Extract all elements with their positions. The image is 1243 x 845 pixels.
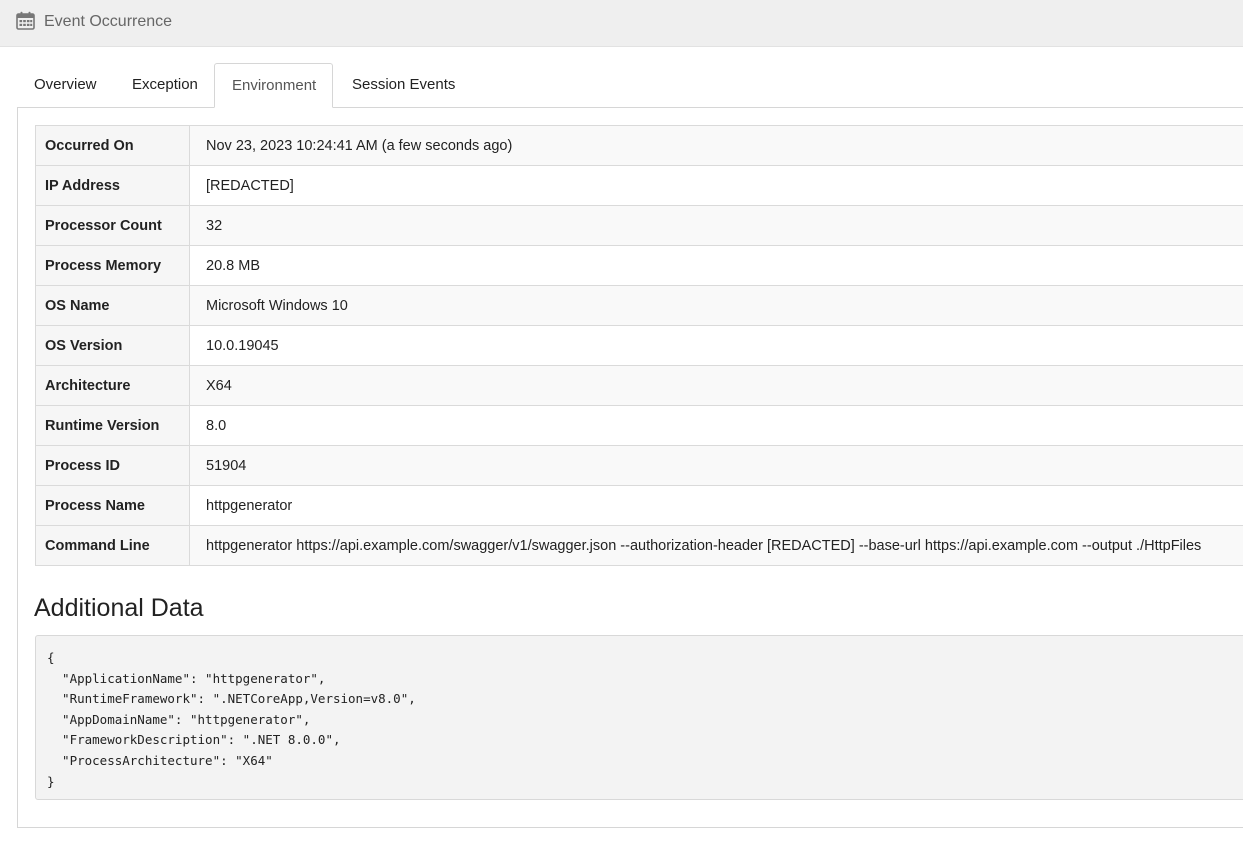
row-value: X64 xyxy=(189,365,1243,406)
tab-exception[interactable]: Exception xyxy=(115,63,215,107)
row-value: 8.0 xyxy=(189,405,1243,446)
additional-data-code-block: { "ApplicationName": "httpgenerator", "R… xyxy=(35,635,1243,800)
row-label: Process Memory xyxy=(35,245,190,286)
row-label: OS Version xyxy=(35,325,190,366)
page-header: Event Occurrence xyxy=(0,0,1243,47)
row-value: 20.8 MB xyxy=(189,245,1243,286)
table-row: Process Memory 20.8 MB xyxy=(35,245,1243,286)
environment-table: Occurred On Nov 23, 2023 10:24:41 AM (a f… xyxy=(35,125,1243,566)
row-label: Processor Count xyxy=(35,205,190,246)
page-title: Event Occurrence xyxy=(44,13,173,30)
row-label: Process ID xyxy=(35,445,190,486)
row-label: Architecture xyxy=(35,365,190,406)
tab-overview[interactable]: Overview xyxy=(17,63,114,107)
table-row: Process ID 51904 xyxy=(35,445,1243,486)
tab-environment[interactable]: Environment xyxy=(214,63,333,108)
row-value: httpgenerator https://api.example.com/sw… xyxy=(189,525,1243,566)
row-label: Process Name xyxy=(35,485,190,526)
table-row: Runtime Version 8.0 xyxy=(35,405,1243,446)
table-row: OS Name Microsoft Windows 10 xyxy=(35,285,1243,326)
row-label: IP Address xyxy=(35,165,190,206)
additional-data-json: { "ApplicationName": "httpgenerator", "R… xyxy=(47,650,416,789)
row-label: Occurred On xyxy=(35,125,190,166)
table-row: OS Version 10.0.19045 xyxy=(35,325,1243,366)
row-value: [REDACTED] xyxy=(189,165,1243,206)
tab-session-events[interactable]: Session Events xyxy=(335,63,472,107)
row-value: 51904 xyxy=(189,445,1243,486)
table-row: Architecture X64 xyxy=(35,365,1243,406)
table-row: Command Line httpgenerator https://api.ex… xyxy=(35,525,1243,566)
row-label: Command Line xyxy=(35,525,190,566)
row-label: Runtime Version xyxy=(35,405,190,446)
row-label: OS Name xyxy=(35,285,190,326)
table-row: Occurred On Nov 23, 2023 10:24:41 AM (a f… xyxy=(35,125,1243,166)
table-row: Processor Count 32 xyxy=(35,205,1243,246)
row-value: Nov 23, 2023 10:24:41 AM (a few seconds … xyxy=(189,125,1243,166)
row-value: Microsoft Windows 10 xyxy=(189,285,1243,326)
row-value: 10.0.19045 xyxy=(189,325,1243,366)
tab-bar: Overview Exception Environment Session E… xyxy=(17,63,1243,108)
calendar-icon xyxy=(16,11,35,30)
row-value: 32 xyxy=(189,205,1243,246)
additional-data-heading: Additional Data xyxy=(34,594,204,622)
table-row: IP Address [REDACTED] xyxy=(35,165,1243,206)
table-row: Process Name httpgenerator xyxy=(35,485,1243,526)
environment-panel: Occurred On Nov 23, 2023 10:24:41 AM (a f… xyxy=(17,108,1243,828)
row-value: httpgenerator xyxy=(189,485,1243,526)
